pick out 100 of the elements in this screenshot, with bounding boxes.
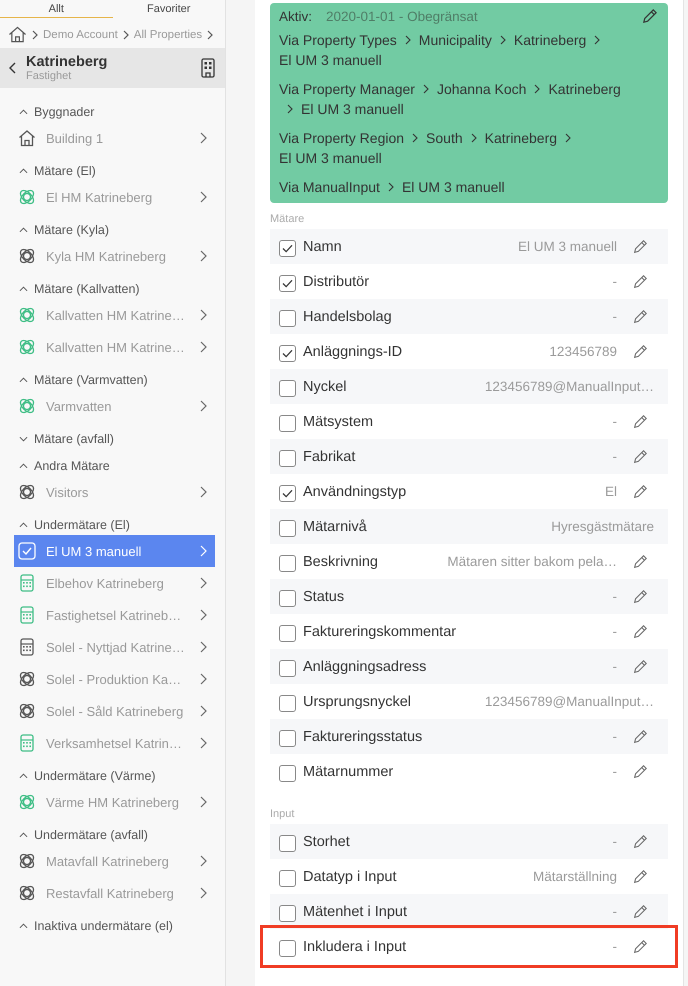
chevron-right-icon bbox=[200, 737, 207, 749]
checkbox[interactable] bbox=[279, 240, 296, 256]
sidebar-item[interactable]: Solel - Såld Katrineberg bbox=[14, 695, 215, 727]
active-period: 2020-01-01 - Obegränsat bbox=[326, 9, 479, 24]
sidebar-item[interactable]: Kallvatten HM Katrine… bbox=[14, 299, 215, 331]
checkbox[interactable] bbox=[279, 554, 296, 572]
group-header[interactable]: Undermätare (Värme) bbox=[0, 766, 225, 786]
field-label: Handelsbolag bbox=[303, 308, 392, 324]
group-header[interactable]: Mätare (Kallvatten) bbox=[0, 279, 225, 299]
edit-icon[interactable] bbox=[632, 868, 648, 884]
checkbox[interactable] bbox=[279, 380, 296, 396]
field-value: El bbox=[604, 484, 617, 499]
group-header[interactable]: Byggnader bbox=[0, 102, 225, 122]
sidebar-item[interactable]: Verksamhetsel Katrin… bbox=[14, 727, 215, 759]
sidebar-item[interactable]: Matavfall Katrineberg bbox=[14, 845, 215, 877]
expander-icon bbox=[19, 463, 28, 469]
checkbox[interactable] bbox=[279, 450, 296, 466]
field-label: Faktureringsstatus bbox=[303, 728, 422, 744]
edit-icon[interactable] bbox=[632, 904, 648, 920]
expander-icon bbox=[19, 832, 28, 838]
group-header[interactable]: Mätare (El) bbox=[0, 161, 225, 181]
edit-icon[interactable] bbox=[641, 8, 658, 25]
sidebar-item[interactable]: Visitors bbox=[14, 476, 215, 508]
sidebar-item[interactable]: Solel - Produktion Ka… bbox=[14, 663, 215, 695]
sidebar-item[interactable]: Solel - Nyttjad Katrine… bbox=[14, 631, 215, 663]
checkbox[interactable] bbox=[279, 834, 296, 852]
home-icon[interactable] bbox=[8, 26, 27, 43]
group-header[interactable]: Andra Mätare bbox=[0, 456, 225, 476]
field-label: Ursprungsnyckel bbox=[303, 694, 411, 710]
chevron-right-icon bbox=[200, 400, 207, 412]
sidebar-item[interactable]: Värme HM Katrineberg bbox=[14, 786, 215, 818]
edit-icon[interactable] bbox=[632, 658, 648, 674]
checkbox[interactable] bbox=[279, 694, 296, 712]
field-value: 123456789@ManualInput… bbox=[484, 694, 654, 709]
breadcrumb-link[interactable]: Demo Account bbox=[43, 28, 118, 40]
sidebar-item[interactable]: Kyla HM Katrineberg bbox=[14, 240, 215, 272]
building-icon[interactable] bbox=[201, 58, 215, 78]
path-label: Katrineberg bbox=[548, 81, 621, 97]
checkbox[interactable] bbox=[279, 940, 296, 956]
chevron-right-icon bbox=[200, 132, 207, 144]
edit-icon[interactable] bbox=[632, 414, 648, 430]
field-value: - bbox=[612, 449, 617, 464]
sidebar-item[interactable]: Kallvatten HM Katrine… bbox=[14, 331, 215, 363]
group-header[interactable]: Inaktiva undermätare (el) bbox=[0, 916, 225, 936]
sidebar-item[interactable]: Varmvatten bbox=[14, 390, 215, 422]
edit-icon[interactable] bbox=[632, 484, 648, 500]
checkbox[interactable] bbox=[279, 344, 296, 362]
field-label: Mätsystem bbox=[303, 414, 374, 430]
field-label: Inkludera i Input bbox=[303, 938, 406, 954]
sidebar-item[interactable]: El HM Katrineberg bbox=[14, 181, 215, 213]
edit-icon[interactable] bbox=[632, 624, 648, 640]
edit-icon[interactable] bbox=[632, 764, 648, 780]
checkbox[interactable] bbox=[279, 310, 296, 326]
path-label: Municipality bbox=[418, 32, 492, 48]
edit-icon[interactable] bbox=[632, 308, 648, 324]
checkbox[interactable] bbox=[279, 590, 296, 606]
checkbox[interactable] bbox=[279, 624, 296, 642]
edit-icon[interactable] bbox=[632, 588, 648, 604]
edit-icon[interactable] bbox=[632, 448, 648, 464]
edit-icon[interactable] bbox=[632, 344, 648, 360]
field-label: Storhet bbox=[303, 834, 350, 850]
edit-icon[interactable] bbox=[632, 728, 648, 744]
expander-icon bbox=[19, 168, 28, 174]
property-type: Fastighet bbox=[26, 70, 72, 82]
checkbox[interactable] bbox=[279, 414, 296, 432]
edit-icon[interactable] bbox=[632, 938, 648, 954]
field-value: - bbox=[612, 659, 617, 674]
chevron-right-icon bbox=[200, 855, 207, 867]
edit-icon[interactable] bbox=[632, 238, 648, 254]
edit-icon[interactable] bbox=[632, 554, 648, 570]
back-icon[interactable] bbox=[9, 62, 16, 74]
sidebar-item[interactable]: Fastighetsel Katrineb… bbox=[14, 599, 215, 631]
group-header[interactable]: Mätare (Varmvatten) bbox=[0, 370, 225, 390]
checkbox[interactable] bbox=[279, 660, 296, 676]
edit-icon[interactable] bbox=[632, 834, 648, 850]
breadcrumb-link[interactable]: All Properties bbox=[134, 28, 202, 40]
expander-icon bbox=[19, 773, 28, 779]
group-header[interactable]: Undermätare (El) bbox=[0, 515, 225, 535]
sidebar-item[interactable]: Elbehov Katrineberg bbox=[14, 567, 215, 599]
sidebar-tab[interactable]: Favoriter bbox=[112, 0, 225, 18]
sidebar-item[interactable]: Building 1 bbox=[14, 122, 215, 154]
group-header[interactable]: Undermätare (avfall) bbox=[0, 825, 225, 845]
checkbox[interactable] bbox=[279, 870, 296, 886]
checkbox[interactable] bbox=[279, 484, 296, 502]
field-label: Mätarnivå bbox=[303, 518, 367, 534]
field-value: - bbox=[612, 904, 617, 919]
group-header[interactable]: Mätare (avfall) bbox=[0, 429, 225, 449]
checkbox[interactable] bbox=[279, 520, 296, 536]
checkbox[interactable] bbox=[279, 764, 296, 782]
chevron-right-icon bbox=[422, 84, 429, 94]
field-value: 123456789@ManualInput… bbox=[484, 379, 654, 394]
checkbox[interactable] bbox=[279, 274, 296, 292]
checkbox[interactable] bbox=[279, 730, 296, 746]
sidebar-item[interactable]: El UM 3 manuell bbox=[14, 535, 215, 567]
field-value: 123456789 bbox=[548, 344, 617, 359]
edit-icon[interactable] bbox=[632, 274, 648, 290]
group-header[interactable]: Mätare (Kyla) bbox=[0, 220, 225, 240]
sidebar-tab[interactable]: Allt bbox=[0, 0, 112, 18]
checkbox[interactable] bbox=[279, 904, 296, 922]
sidebar-item[interactable]: Restavfall Katrineberg bbox=[14, 877, 215, 909]
